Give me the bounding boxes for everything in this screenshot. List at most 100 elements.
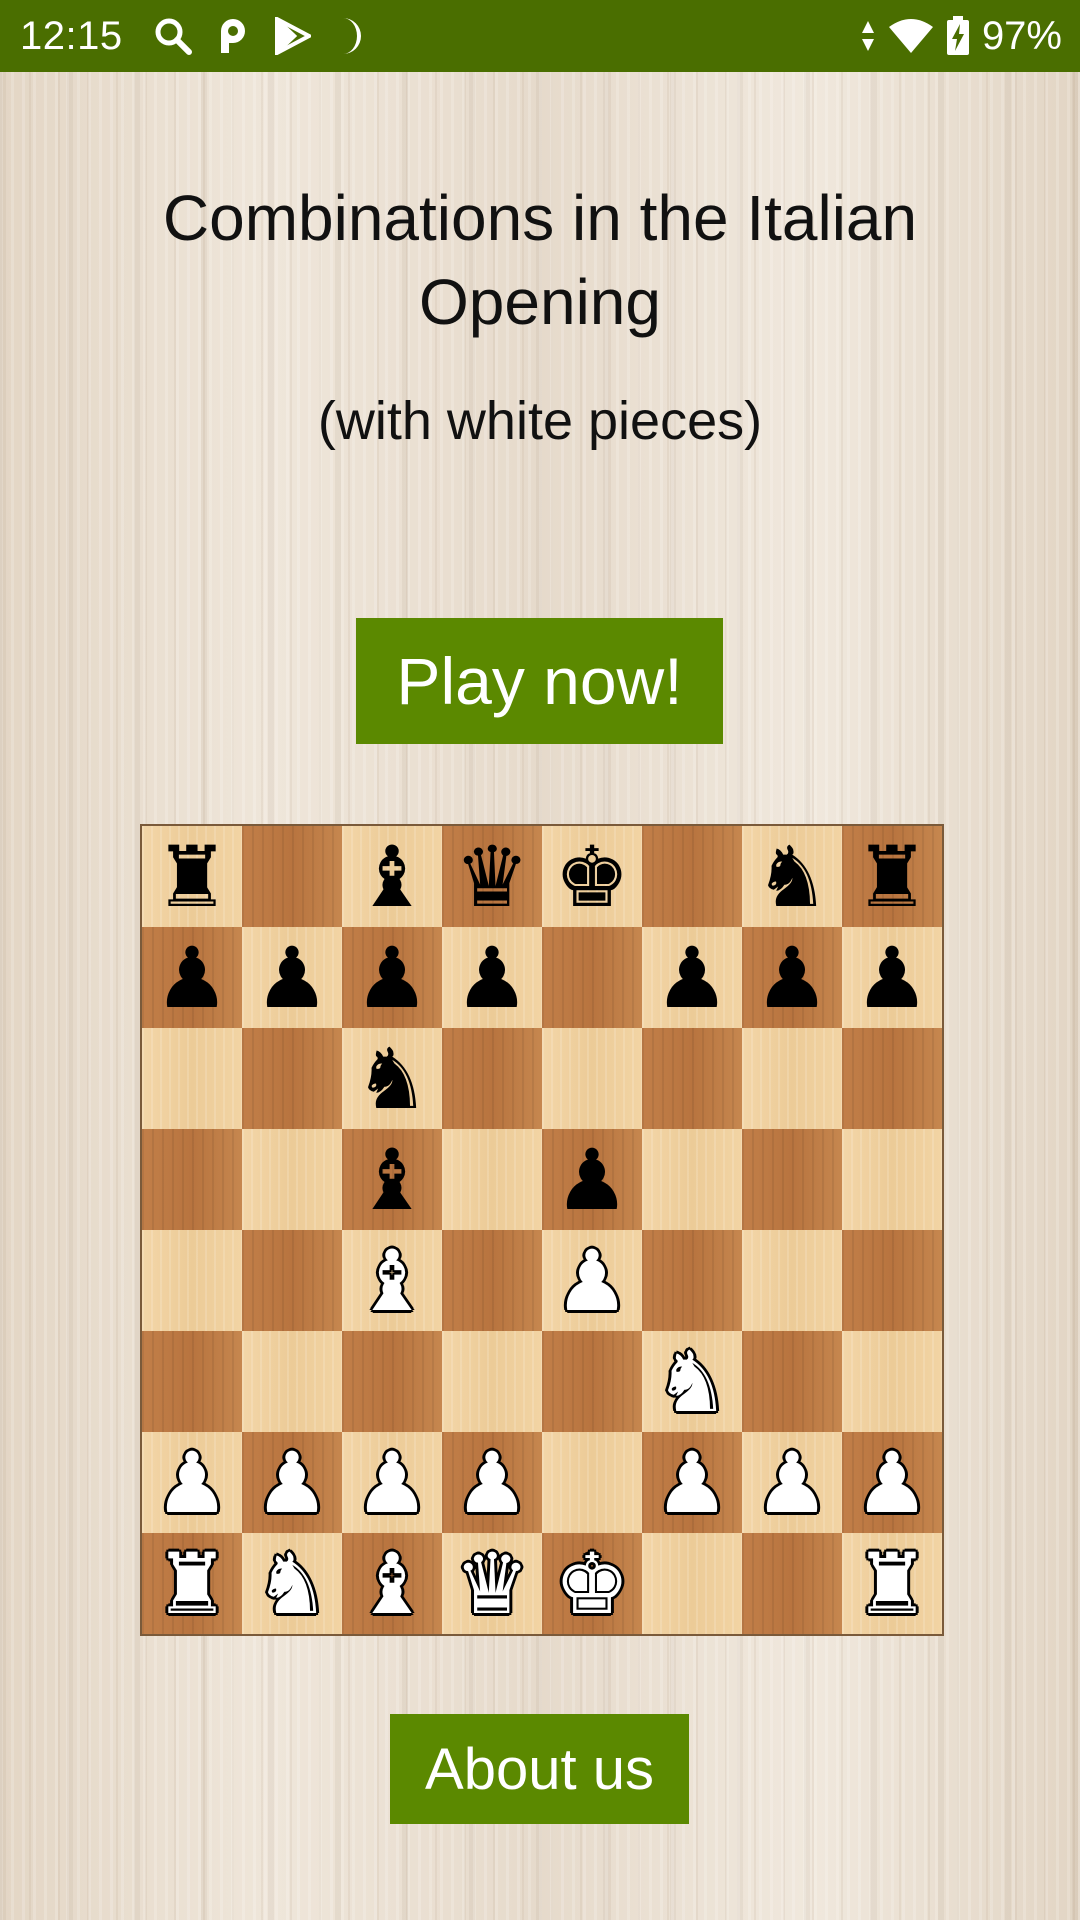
white-knight-icon[interactable]: ♞ bbox=[654, 1340, 729, 1424]
square-g3[interactable] bbox=[742, 1331, 842, 1432]
square-c7[interactable]: ♟ bbox=[342, 927, 442, 1028]
black-pawn-icon[interactable]: ♟ bbox=[754, 936, 829, 1020]
square-e1[interactable]: ♚ bbox=[542, 1533, 642, 1634]
white-pawn-icon[interactable]: ♟ bbox=[254, 1441, 329, 1525]
square-f2[interactable]: ♟ bbox=[642, 1432, 742, 1533]
square-e3[interactable] bbox=[542, 1331, 642, 1432]
white-rook-icon[interactable]: ♜ bbox=[154, 1542, 229, 1626]
black-rook-icon[interactable]: ♜ bbox=[154, 835, 229, 919]
black-pawn-icon[interactable]: ♟ bbox=[154, 936, 229, 1020]
black-pawn-icon[interactable]: ♟ bbox=[554, 1138, 629, 1222]
square-e4[interactable]: ♟ bbox=[542, 1230, 642, 1331]
square-b4[interactable] bbox=[242, 1230, 342, 1331]
square-h5[interactable] bbox=[842, 1129, 942, 1230]
square-a3[interactable] bbox=[142, 1331, 242, 1432]
square-g1[interactable] bbox=[742, 1533, 842, 1634]
square-a7[interactable]: ♟ bbox=[142, 927, 242, 1028]
black-pawn-icon[interactable]: ♟ bbox=[654, 936, 729, 1020]
square-b8[interactable] bbox=[242, 826, 342, 927]
square-b6[interactable] bbox=[242, 1028, 342, 1129]
square-d4[interactable] bbox=[442, 1230, 542, 1331]
white-pawn-icon[interactable]: ♟ bbox=[854, 1441, 929, 1525]
black-bishop-icon[interactable]: ♝ bbox=[354, 1138, 429, 1222]
square-c6[interactable]: ♞ bbox=[342, 1028, 442, 1129]
black-rook-icon[interactable]: ♜ bbox=[854, 835, 929, 919]
black-king-icon[interactable]: ♚ bbox=[554, 835, 629, 919]
white-pawn-icon[interactable]: ♟ bbox=[654, 1441, 729, 1525]
square-d1[interactable]: ♛ bbox=[442, 1533, 542, 1634]
square-b7[interactable]: ♟ bbox=[242, 927, 342, 1028]
white-bishop-icon[interactable]: ♝ bbox=[354, 1542, 429, 1626]
square-d3[interactable] bbox=[442, 1331, 542, 1432]
square-e7[interactable] bbox=[542, 927, 642, 1028]
black-knight-icon[interactable]: ♞ bbox=[754, 835, 829, 919]
square-a5[interactable] bbox=[142, 1129, 242, 1230]
black-queen-icon[interactable]: ♛ bbox=[454, 835, 529, 919]
square-b1[interactable]: ♞ bbox=[242, 1533, 342, 1634]
black-pawn-icon[interactable]: ♟ bbox=[354, 936, 429, 1020]
white-pawn-icon[interactable]: ♟ bbox=[454, 1441, 529, 1525]
white-knight-icon[interactable]: ♞ bbox=[254, 1542, 329, 1626]
square-c5[interactable]: ♝ bbox=[342, 1129, 442, 1230]
square-f3[interactable]: ♞ bbox=[642, 1331, 742, 1432]
square-b3[interactable] bbox=[242, 1331, 342, 1432]
square-e8[interactable]: ♚ bbox=[542, 826, 642, 927]
square-h6[interactable] bbox=[842, 1028, 942, 1129]
square-c4[interactable]: ♝ bbox=[342, 1230, 442, 1331]
square-e5[interactable]: ♟ bbox=[542, 1129, 642, 1230]
square-a8[interactable]: ♜ bbox=[142, 826, 242, 927]
square-b2[interactable]: ♟ bbox=[242, 1432, 342, 1533]
square-h1[interactable]: ♜ bbox=[842, 1533, 942, 1634]
black-bishop-icon[interactable]: ♝ bbox=[354, 835, 429, 919]
square-b5[interactable] bbox=[242, 1129, 342, 1230]
square-g8[interactable]: ♞ bbox=[742, 826, 842, 927]
square-c1[interactable]: ♝ bbox=[342, 1533, 442, 1634]
square-c2[interactable]: ♟ bbox=[342, 1432, 442, 1533]
white-bishop-icon[interactable]: ♝ bbox=[354, 1239, 429, 1323]
square-g5[interactable] bbox=[742, 1129, 842, 1230]
square-g4[interactable] bbox=[742, 1230, 842, 1331]
black-pawn-icon[interactable]: ♟ bbox=[454, 936, 529, 1020]
square-d8[interactable]: ♛ bbox=[442, 826, 542, 927]
square-a6[interactable] bbox=[142, 1028, 242, 1129]
about-us-button[interactable]: About us bbox=[390, 1714, 689, 1824]
square-h7[interactable]: ♟ bbox=[842, 927, 942, 1028]
white-pawn-icon[interactable]: ♟ bbox=[154, 1441, 229, 1525]
square-f8[interactable] bbox=[642, 826, 742, 927]
square-e2[interactable] bbox=[542, 1432, 642, 1533]
square-g7[interactable]: ♟ bbox=[742, 927, 842, 1028]
square-f5[interactable] bbox=[642, 1129, 742, 1230]
play-now-button[interactable]: Play now! bbox=[356, 618, 723, 744]
square-d7[interactable]: ♟ bbox=[442, 927, 542, 1028]
status-bar-right: 97% bbox=[860, 14, 1062, 59]
square-f7[interactable]: ♟ bbox=[642, 927, 742, 1028]
square-e6[interactable] bbox=[542, 1028, 642, 1129]
white-king-icon[interactable]: ♚ bbox=[554, 1542, 629, 1626]
square-d2[interactable]: ♟ bbox=[442, 1432, 542, 1533]
do-not-disturb-moon-icon bbox=[337, 16, 365, 56]
square-g6[interactable] bbox=[742, 1028, 842, 1129]
square-c3[interactable] bbox=[342, 1331, 442, 1432]
square-a2[interactable]: ♟ bbox=[142, 1432, 242, 1533]
square-d6[interactable] bbox=[442, 1028, 542, 1129]
black-pawn-icon[interactable]: ♟ bbox=[854, 936, 929, 1020]
square-h2[interactable]: ♟ bbox=[842, 1432, 942, 1533]
square-d5[interactable] bbox=[442, 1129, 542, 1230]
square-f1[interactable] bbox=[642, 1533, 742, 1634]
square-a4[interactable] bbox=[142, 1230, 242, 1331]
square-a1[interactable]: ♜ bbox=[142, 1533, 242, 1634]
square-h4[interactable] bbox=[842, 1230, 942, 1331]
white-pawn-icon[interactable]: ♟ bbox=[354, 1441, 429, 1525]
square-f6[interactable] bbox=[642, 1028, 742, 1129]
square-f4[interactable] bbox=[642, 1230, 742, 1331]
square-c8[interactable]: ♝ bbox=[342, 826, 442, 927]
white-rook-icon[interactable]: ♜ bbox=[854, 1542, 929, 1626]
black-knight-icon[interactable]: ♞ bbox=[354, 1037, 429, 1121]
white-pawn-icon[interactable]: ♟ bbox=[754, 1441, 829, 1525]
square-h8[interactable]: ♜ bbox=[842, 826, 942, 927]
square-h3[interactable] bbox=[842, 1331, 942, 1432]
white-queen-icon[interactable]: ♛ bbox=[454, 1542, 529, 1626]
black-pawn-icon[interactable]: ♟ bbox=[254, 936, 329, 1020]
white-pawn-icon[interactable]: ♟ bbox=[554, 1239, 629, 1323]
square-g2[interactable]: ♟ bbox=[742, 1432, 842, 1533]
